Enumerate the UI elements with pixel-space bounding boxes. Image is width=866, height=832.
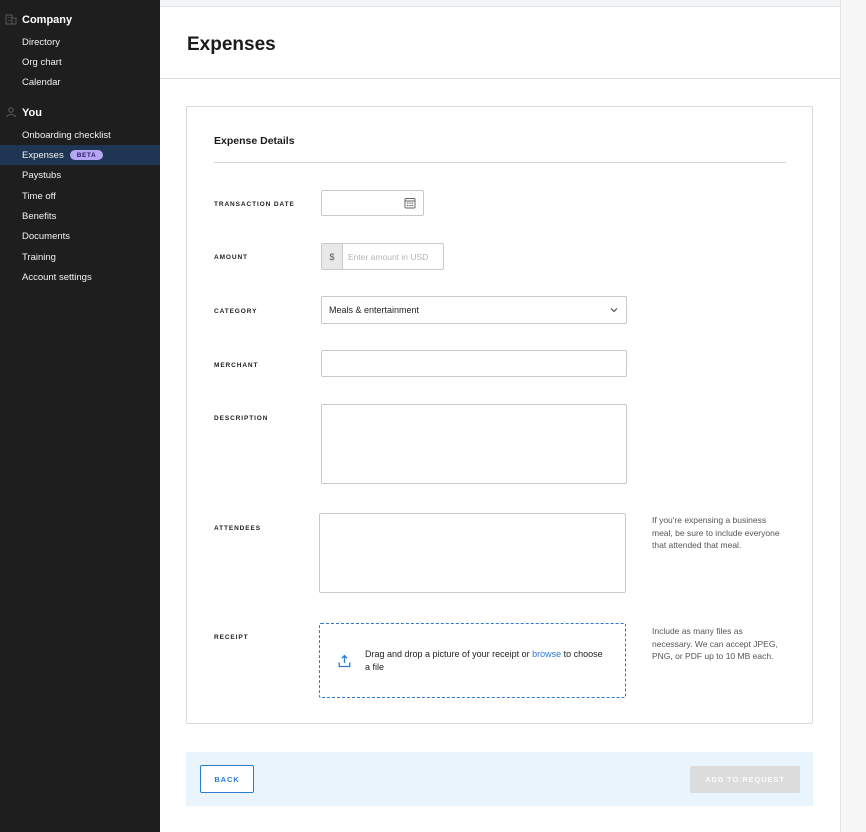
top-strip <box>160 0 866 7</box>
sidebar-item-directory[interactable]: Directory <box>0 32 160 52</box>
title-divider <box>160 78 840 79</box>
sidebar-item-label: Documents <box>22 230 71 242</box>
sidebar-item-label: Paystubs <box>22 169 62 181</box>
transaction-date-label: TRANSACTION DATE <box>214 201 295 208</box>
attendees-label: ATTENDEES <box>214 525 261 532</box>
attendees-textarea[interactable] <box>319 513 626 593</box>
sidebar-item-label: Org chart <box>22 56 62 68</box>
back-button[interactable]: BACK <box>200 765 254 793</box>
amount-label: AMOUNT <box>214 254 248 261</box>
merchant-label: MERCHANT <box>214 362 259 369</box>
sidebar-item-onboarding-checklist[interactable]: Onboarding checklist <box>0 125 160 145</box>
card-title: Expense Details <box>214 135 295 147</box>
receipt-hint: Include as many files as necessary. We c… <box>652 626 778 661</box>
browse-link[interactable]: browse <box>532 649 561 659</box>
sidebar-item-org-chart[interactable]: Org chart <box>0 52 160 72</box>
chevron-down-icon <box>610 308 618 313</box>
sidebar-item-training[interactable]: Training <box>0 247 160 267</box>
upload-icon <box>338 654 351 668</box>
sidebar-item-label: Directory <box>22 36 61 48</box>
sidebar-item-label: Account settings <box>22 271 92 283</box>
description-label: DESCRIPTION <box>214 415 269 422</box>
sidebar-item-label: Training <box>22 251 56 263</box>
page-title: Expenses <box>187 34 276 55</box>
beta-badge: BETA <box>70 150 103 160</box>
sidebar-section-you: You <box>0 103 160 123</box>
sidebar-item-expenses[interactable]: Expenses BETA <box>0 145 160 165</box>
sidebar-section-title: You <box>22 107 42 119</box>
calendar-icon[interactable] <box>404 197 416 209</box>
sidebar-item-label: Calendar <box>22 76 61 88</box>
category-selected-value: Meals & entertainment <box>329 305 420 315</box>
building-icon <box>5 14 17 25</box>
sidebar-item-paystubs[interactable]: Paystubs <box>0 165 160 185</box>
sidebar-item-calendar[interactable]: Calendar <box>0 72 160 92</box>
sidebar-item-label: Time off <box>22 190 56 202</box>
dropzone-instructions: Drag and drop a picture of your receipt … <box>365 648 605 674</box>
sidebar-section-title: Company <box>22 14 73 26</box>
sidebar-item-documents[interactable]: Documents <box>0 226 160 246</box>
sidebar-item-benefits[interactable]: Benefits <box>0 206 160 226</box>
amount-field: $ <box>321 243 444 270</box>
add-to-request-button[interactable]: ADD TO REQUEST <box>690 766 800 793</box>
amount-input[interactable] <box>343 244 443 269</box>
receipt-dropzone[interactable]: Drag and drop a picture of your receipt … <box>319 623 626 698</box>
sidebar-item-label: Expenses <box>22 149 64 161</box>
merchant-input[interactable] <box>321 350 627 377</box>
receipt-label: RECEIPT <box>214 634 249 641</box>
transaction-date-input[interactable] <box>321 190 424 216</box>
card-divider <box>214 162 786 163</box>
sidebar: Company Directory Org chart Calendar You… <box>0 0 160 832</box>
category-label: CATEGORY <box>214 308 258 315</box>
sidebar-item-label: Onboarding checklist <box>22 129 111 141</box>
sidebar-section-company: Company <box>0 10 160 30</box>
attendees-hint: If you're expensing a business meal, be … <box>652 515 780 550</box>
currency-prefix: $ <box>322 244 343 269</box>
category-select[interactable]: Meals & entertainment <box>321 296 627 324</box>
dropzone-text-start: Drag and drop a picture of your receipt … <box>365 649 533 659</box>
sidebar-item-time-off[interactable]: Time off <box>0 186 160 206</box>
page-scrollbar[interactable] <box>840 0 866 832</box>
person-icon <box>6 107 16 118</box>
sidebar-item-account-settings[interactable]: Account settings <box>0 267 160 287</box>
sidebar-item-label: Benefits <box>22 210 57 222</box>
description-textarea[interactable] <box>321 404 627 484</box>
